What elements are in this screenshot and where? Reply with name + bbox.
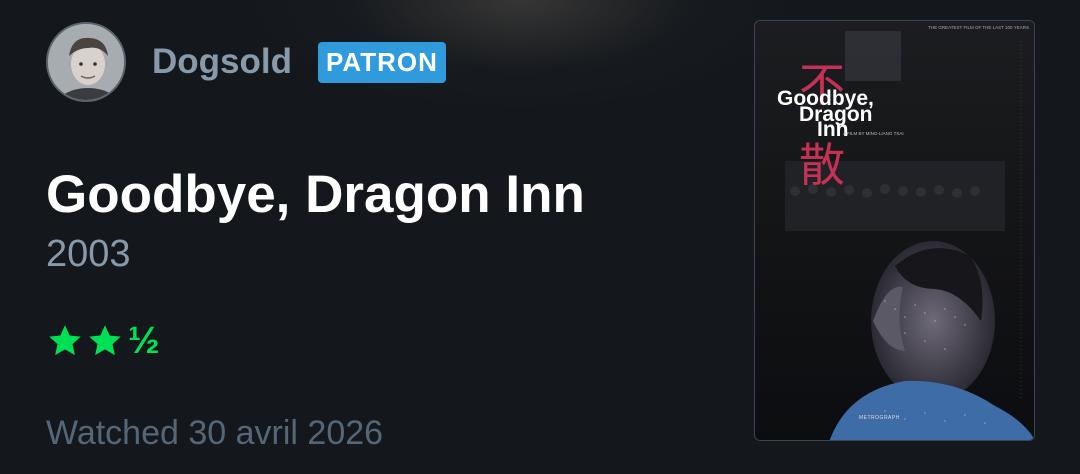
poster-title-line3: Inn xyxy=(817,118,849,141)
star-rating: ½ xyxy=(46,322,160,360)
review-header: Dogsold PATRON xyxy=(46,22,446,102)
username[interactable]: Dogsold xyxy=(152,42,292,82)
user-avatar-image xyxy=(48,24,124,100)
poster-tagline: THE GREATEST FILM OF THE LAST 100 YEARS xyxy=(928,25,1029,30)
film-poster[interactable]: THE GREATEST FILM OF THE LAST 100 YEARS … xyxy=(754,20,1035,441)
film-year[interactable]: 2003 xyxy=(46,233,131,276)
film-title[interactable]: Goodbye, Dragon Inn xyxy=(46,164,585,225)
half-star-glyph: ½ xyxy=(128,320,160,362)
poster-calligraphy: 散 xyxy=(799,139,845,191)
avatar[interactable] xyxy=(46,22,126,102)
poster-credit: A FILM BY MING-LIANG TSAI xyxy=(843,131,904,136)
poster-distributor: METROGRAPH xyxy=(859,415,900,421)
patron-badge: PATRON xyxy=(317,41,446,83)
watched-date: Watched 30 avril 2026 xyxy=(46,414,384,452)
star-icon xyxy=(89,325,121,356)
star-icon xyxy=(49,325,81,356)
